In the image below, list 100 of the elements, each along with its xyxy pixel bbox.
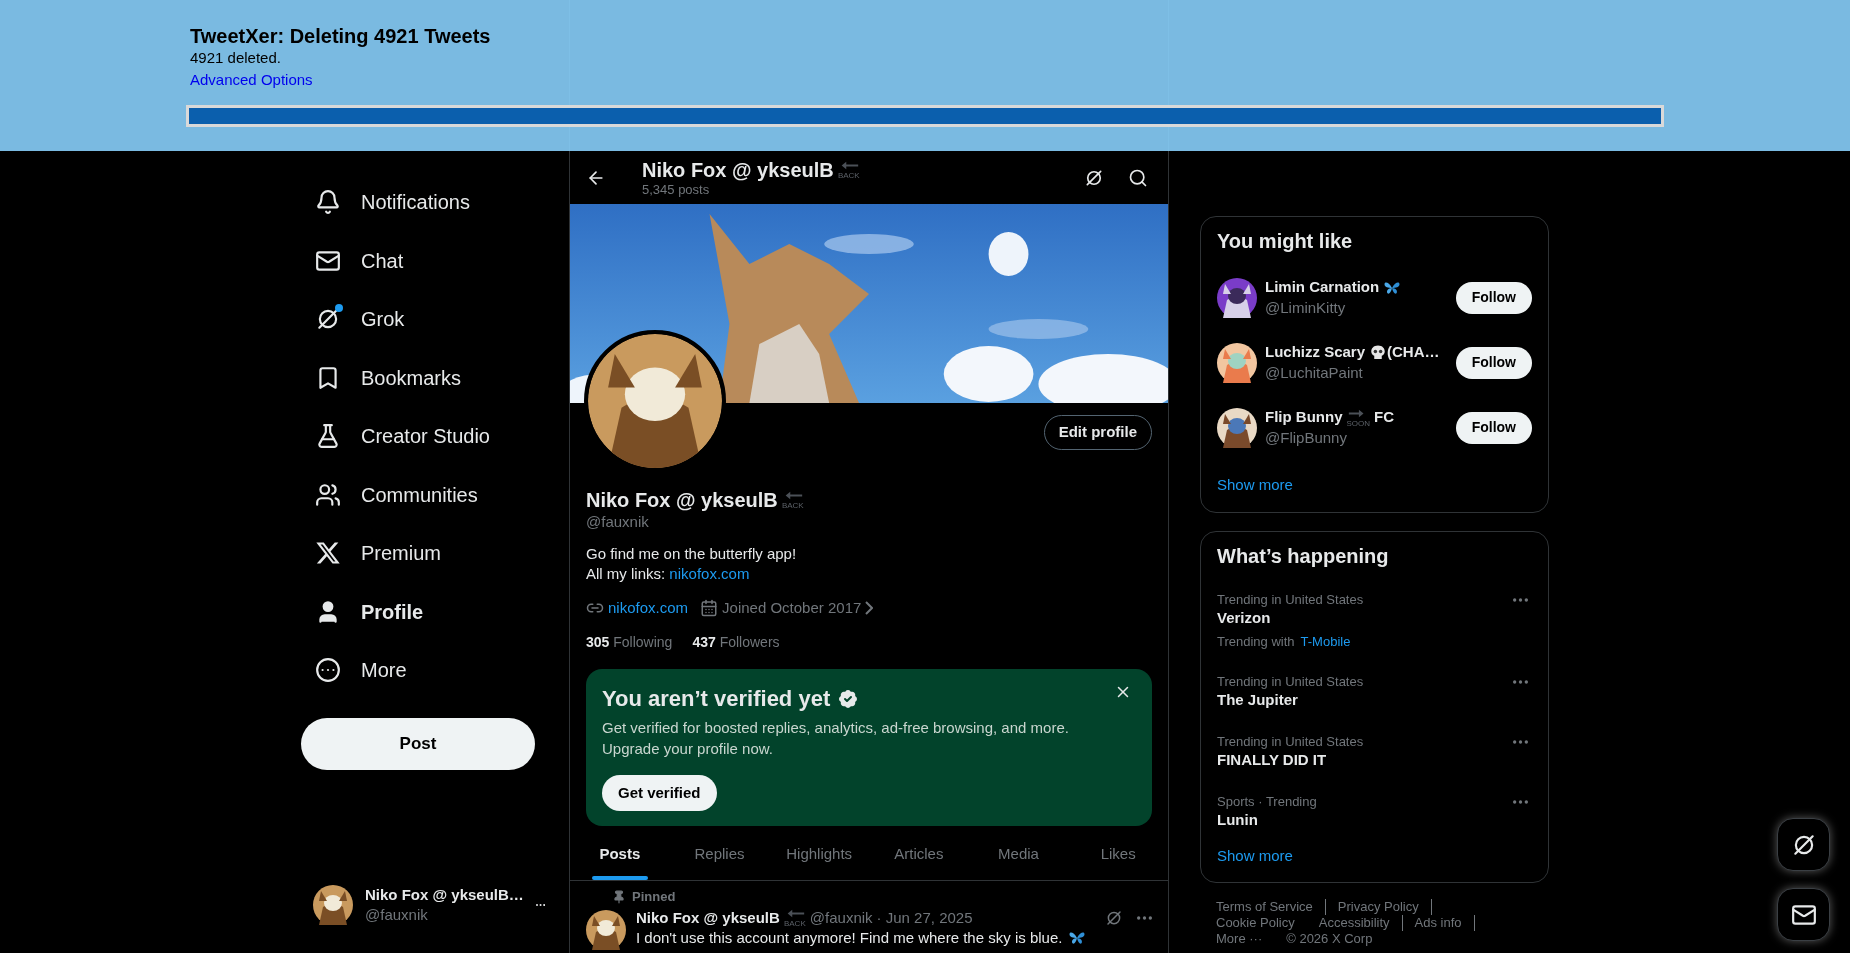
trend-related-label: Trending with <box>1217 634 1295 650</box>
more-icon <box>315 657 341 684</box>
messages-button[interactable] <box>1777 888 1830 941</box>
author-name: Niko Fox @ ykseulB <box>636 907 780 928</box>
more-icon[interactable] <box>1513 680 1528 684</box>
footer-link[interactable]: Terms of Service <box>1216 899 1326 915</box>
user-name-suffix: FC <box>1374 407 1395 428</box>
join-date: Joined October 2017 <box>722 598 862 618</box>
deleted-count: 4921 deleted. <box>190 48 282 68</box>
nav-item[interactable]: Communities <box>301 469 494 520</box>
author-handle: @fauxnik <box>809 907 873 928</box>
bio-text: All my links: nikofox.com <box>586 564 751 584</box>
more-icon[interactable] <box>1513 740 1528 744</box>
nav-item[interactable]: Bookmarks <box>301 352 478 403</box>
show-more-link[interactable]: Show more <box>1217 846 1532 866</box>
grok-icon[interactable] <box>1084 167 1104 188</box>
trend-topic: FINALLY DID IT <box>1217 750 1327 770</box>
website-link[interactable]: nikofox.com <box>608 598 689 618</box>
post-date: · Jun 27, 2025 <box>876 907 973 928</box>
card-title: What’s happening <box>1217 544 1390 568</box>
nav-item[interactable]: More <box>301 645 423 696</box>
calendar-icon <box>700 599 719 617</box>
pinned-label: Pinned <box>632 888 676 907</box>
profile-tab[interactable]: Likes <box>1068 828 1169 880</box>
pin-icon <box>612 890 626 904</box>
post-text: I don't use this account anymore! Find me where the sky is blue. <box>636 928 1063 948</box>
nav-item[interactable]: Premium <box>301 528 457 579</box>
followers-link[interactable]: 437 Followers <box>692 632 780 652</box>
nav-item[interactable]: Grok <box>301 294 421 345</box>
card-title: You might like <box>1217 229 1354 253</box>
trend-context: Trending in United States <box>1217 674 1364 690</box>
trend-item[interactable]: Sports · Trending Lunin <box>1217 782 1532 842</box>
grok-button[interactable] <box>1777 818 1830 871</box>
nav-item[interactable]: Profile <box>301 586 440 637</box>
user-handle: @FlipBunny <box>1265 427 1348 448</box>
follow-button[interactable]: Follow <box>1455 281 1532 314</box>
profile-tab[interactable]: Posts <box>570 828 670 880</box>
people-icon <box>315 481 341 508</box>
user-name: Limin Carnation <box>1265 277 1380 298</box>
trend-context: Trending in United States <box>1217 734 1364 750</box>
trend-topic: Verizon <box>1217 608 1271 628</box>
more-icon[interactable] <box>1513 800 1528 804</box>
bio-text: Go find me on the butterfly app! <box>586 544 798 564</box>
search-icon[interactable] <box>1128 167 1148 188</box>
chevron-right-icon <box>865 601 874 615</box>
account-switcher[interactable]: Niko Fox @ ykseulB… @fauxnik <box>301 875 557 935</box>
more-icon <box>535 903 545 907</box>
trend-context: Trending in United States <box>1217 592 1364 608</box>
nav-item[interactable]: Chat <box>301 235 420 286</box>
footer-link[interactable]: © 2026 X Corp <box>1286 931 1385 947</box>
overlay-title: TweetXer: Deleting 4921 Tweets <box>190 24 492 48</box>
user-name-suffix: (CHA… <box>1387 342 1440 363</box>
trend-item[interactable]: Trending in United States FINALLY DID IT <box>1217 722 1532 782</box>
flask-icon <box>315 423 341 450</box>
card-title: You aren’t verified yet <box>602 685 831 713</box>
footer-link[interactable]: Privacy Policy <box>1337 899 1432 915</box>
profile-handle: @fauxnik <box>586 512 650 532</box>
profile-tab[interactable]: Articles <box>869 828 969 880</box>
emoji-label: SOON <box>1346 418 1371 428</box>
follow-button[interactable]: Follow <box>1455 411 1532 444</box>
x-logo-icon <box>315 540 341 567</box>
trend-item[interactable]: Trending in United States The Jupiter <box>1217 662 1532 722</box>
emoji-label: BACK <box>837 170 860 180</box>
user-handle: @LuchitaPaint <box>1265 362 1364 383</box>
follow-button[interactable]: Follow <box>1455 346 1532 379</box>
show-more-link[interactable]: Show more <box>1217 475 1532 495</box>
trend-topic: The Jupiter <box>1217 690 1298 710</box>
account-handle: @fauxnik <box>365 905 428 925</box>
user-name: Luchizz Scary <box>1265 342 1366 363</box>
footer-link[interactable]: Ads info <box>1414 915 1475 931</box>
user-handle: @LiminKitty <box>1265 297 1347 318</box>
profile-tab[interactable]: Replies <box>669 828 770 880</box>
profile-tab[interactable]: Media <box>968 828 1069 880</box>
emoji-label: BACK <box>783 919 806 928</box>
get-verified-button[interactable]: Get verified <box>602 775 717 811</box>
advanced-options-link[interactable]: Advanced Options <box>190 70 313 90</box>
profile-title: Niko Fox @ ykseulB <box>642 157 834 182</box>
account-name: Niko Fox @ ykseulB… <box>365 885 524 905</box>
profile-tab[interactable]: Highlights <box>769 828 869 880</box>
card-text: Get verified for boosted replies, analytics, ad-free browsing, and more. <box>602 718 1070 738</box>
nav-item[interactable]: Notifications <box>301 177 486 228</box>
trend-related-link[interactable]: T-Mobile <box>1300 634 1351 650</box>
skull-icon <box>1369 343 1388 362</box>
user-name: Flip Bunny <box>1265 407 1343 428</box>
footer-link[interactable]: Accessibility <box>1318 915 1403 931</box>
following-link[interactable]: 305 Following <box>586 632 673 652</box>
footer-link[interactable]: More ··· <box>1216 931 1275 947</box>
card-text: Upgrade your profile now. <box>602 739 774 759</box>
more-icon[interactable] <box>1513 598 1528 602</box>
post-button[interactable]: Post <box>301 717 535 770</box>
trend-context: Sports · Trending <box>1217 794 1317 810</box>
trend-item[interactable]: Trending in United States Verizon Trending with T-Mobile <box>1217 580 1532 662</box>
footer-link[interactable]: Cookie Policy <box>1216 915 1307 931</box>
more-icon[interactable] <box>1137 916 1152 920</box>
profile-name: Niko Fox @ ykseulB <box>586 488 778 512</box>
bio-link[interactable]: nikofox.com <box>669 565 750 582</box>
nav-item[interactable]: Creator Studio <box>301 411 506 462</box>
emoji-label: BACK <box>781 501 804 510</box>
bell-icon <box>315 189 341 216</box>
post-count: 5,345 posts <box>642 181 711 198</box>
